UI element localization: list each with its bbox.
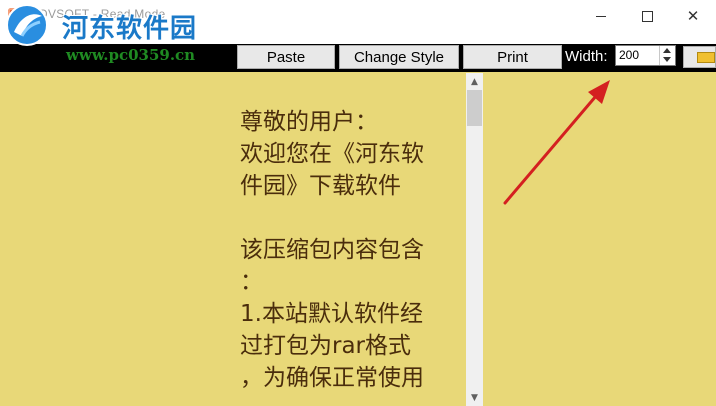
- maximize-button[interactable]: [624, 0, 670, 32]
- reader-line: 过打包为rar格式: [240, 333, 412, 359]
- scroll-up-icon[interactable]: ▲: [466, 73, 483, 90]
- scroll-thumb[interactable]: [467, 90, 482, 126]
- minimize-icon: [596, 15, 606, 17]
- reader-line: [240, 202, 466, 234]
- reader-line: 件园》下载软件: [240, 173, 401, 199]
- width-value[interactable]: 200: [619, 48, 639, 62]
- print-button[interactable]: Print: [463, 45, 562, 69]
- envelope-icon: [697, 52, 715, 63]
- watermark-logo-icon: [6, 4, 48, 46]
- close-button[interactable]: ✕: [670, 0, 716, 32]
- reader-text: 尊敬的用户： 欢迎您在《河东软 件园》下载软件 该压缩包内容包含 ： 1.本站默…: [240, 106, 466, 394]
- reader-line: ，为确保正常使用: [240, 365, 424, 391]
- change-style-button[interactable]: Change Style: [339, 45, 459, 69]
- reader-line: 欢迎您在《河东软: [240, 141, 424, 167]
- scroll-down-icon[interactable]: ▼: [466, 389, 483, 406]
- width-spinbox[interactable]: 200: [615, 45, 676, 66]
- reader-line: 1.本站默认软件经: [240, 301, 423, 327]
- watermark-url: www.pc0359.cn: [66, 46, 196, 64]
- minimize-button[interactable]: [578, 0, 624, 32]
- reader-line: 尊敬的用户：: [240, 109, 378, 135]
- spin-up-icon[interactable]: [663, 48, 671, 53]
- watermark-site-name: 河东软件园: [62, 14, 198, 44]
- paste-button[interactable]: Paste: [237, 45, 335, 69]
- reader-line: ：: [240, 269, 263, 295]
- vertical-scrollbar[interactable]: ▲ ▼: [466, 73, 483, 406]
- reader-line: 该压缩包内容包含: [240, 237, 424, 263]
- width-label: Width:: [565, 48, 608, 65]
- spin-down-icon[interactable]: [663, 57, 671, 62]
- width-spin-arrows: [659, 46, 675, 65]
- email-button[interactable]: [683, 46, 716, 68]
- maximize-icon: [641, 10, 653, 22]
- close-icon: ✕: [686, 7, 700, 25]
